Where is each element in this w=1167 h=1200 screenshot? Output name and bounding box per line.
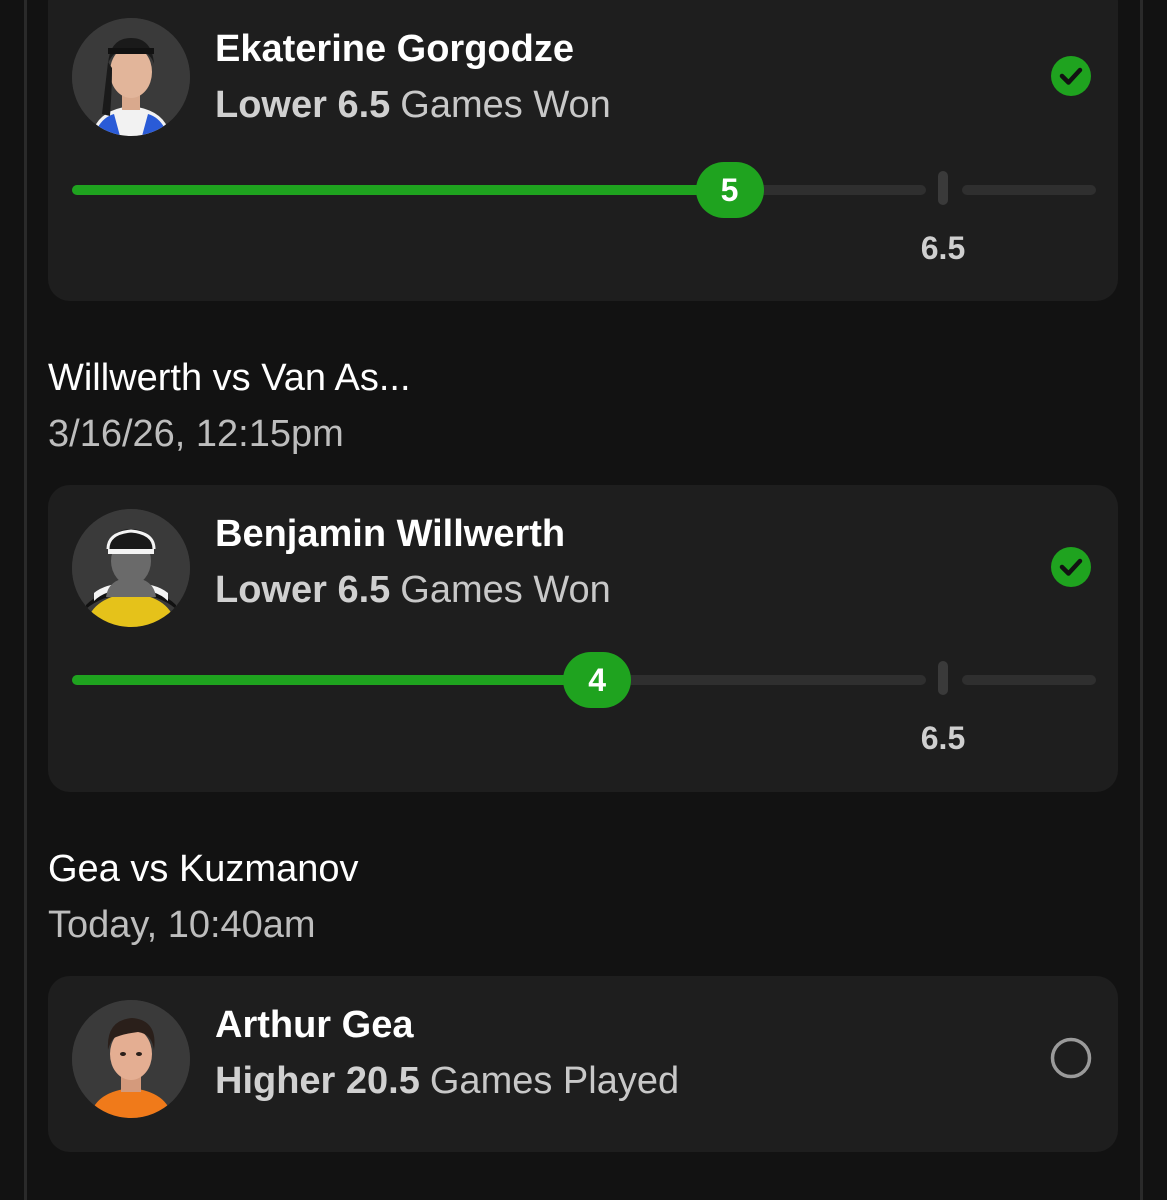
pick-card[interactable]: Benjamin Willwerth Lower 6.5 Games Won 4 … [48, 485, 1118, 792]
player-avatar [72, 1000, 190, 1118]
player-name: Ekaterine Gorgodze [215, 28, 574, 70]
match-time: Today, 10:40am [48, 904, 316, 946]
pick-card[interactable]: Ekaterine Gorgodze Lower 6.5 Games Won 5 … [48, 0, 1118, 301]
prop-line: Lower 6.5 Games Won [215, 84, 611, 127]
progress-track [72, 185, 926, 195]
prop-direction: Lower 6.5 [215, 569, 391, 611]
frame-border-left [24, 0, 27, 1200]
prop-direction: Lower 6.5 [215, 84, 391, 126]
pick-card[interactable]: Arthur Gea Higher 20.5 Games Played [48, 976, 1118, 1152]
frame-border-right [1140, 0, 1143, 1200]
player-avatar [72, 509, 190, 627]
prop-line: Lower 6.5 Games Won [215, 569, 611, 612]
player-name: Benjamin Willwerth [215, 513, 566, 555]
check-circle-icon [1051, 56, 1091, 96]
prop-stat: Games Won [400, 84, 611, 126]
progress-track-end [962, 675, 1096, 685]
current-value-badge: 4 [563, 652, 632, 708]
match-time: 3/16/26, 12:15pm [48, 413, 344, 455]
match-title: Gea vs Kuzmanov [48, 848, 359, 890]
progress-track [72, 675, 926, 685]
progress-track-end [962, 185, 1096, 195]
line-value-text: 6.5 [920, 230, 966, 266]
prop-direction: Higher 20.5 [215, 1060, 420, 1102]
check-circle-icon [1051, 547, 1091, 587]
match-title: Willwerth vs Van As... [48, 357, 411, 399]
line-marker [938, 171, 948, 205]
empty-circle-icon[interactable] [1050, 1037, 1092, 1079]
player-avatar [72, 18, 190, 136]
prop-line: Higher 20.5 Games Played [215, 1060, 679, 1103]
prop-stat: Games Won [400, 569, 611, 611]
prop-stat: Games Played [429, 1060, 680, 1102]
progress-fill [72, 185, 730, 195]
player-name: Arthur Gea [215, 1004, 414, 1046]
line-marker [938, 661, 948, 695]
progress-fill [72, 675, 598, 685]
line-value-text: 6.5 [920, 720, 966, 756]
current-value-badge: 5 [695, 162, 764, 218]
